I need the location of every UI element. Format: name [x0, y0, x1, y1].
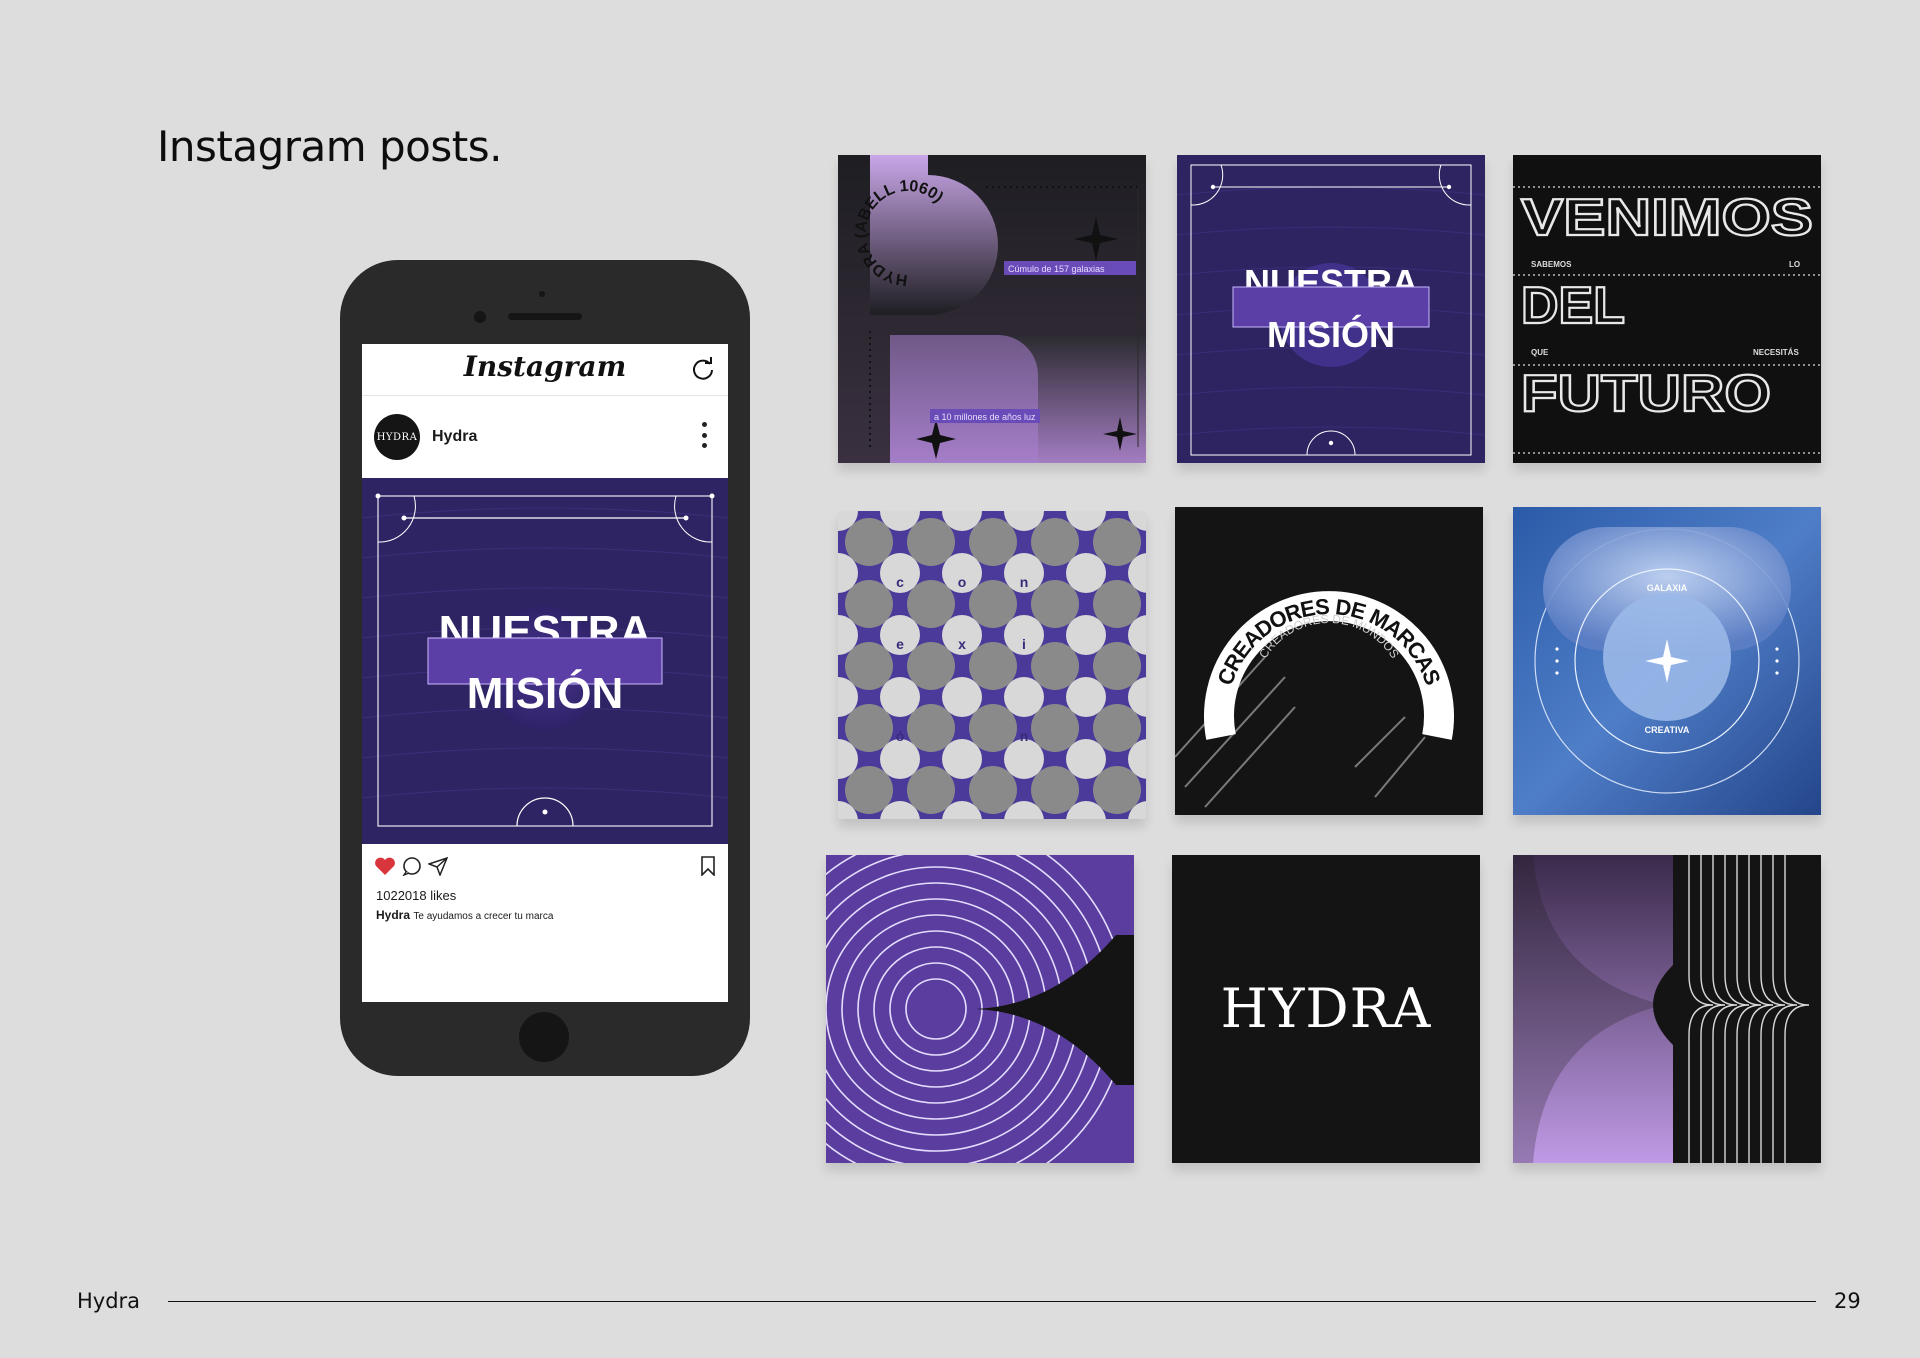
share-icon[interactable]: [428, 856, 448, 876]
footer-brand: Hydra: [77, 1289, 141, 1313]
avatar[interactable]: HYDRA: [374, 414, 420, 460]
likes-count: 1022018 likes: [376, 888, 457, 903]
phone-speaker: [508, 313, 582, 320]
post-lines-gradient[interactable]: [1513, 855, 1821, 1163]
instagram-header: Instagram: [362, 344, 728, 396]
more-options-icon[interactable]: [702, 422, 708, 448]
post-venimos-del-futuro[interactable]: VENIMOS DEL FUTURO SABEMOS LO QUE NECESI…: [1513, 155, 1821, 463]
post4-letter-6: i: [1022, 636, 1026, 652]
caption: Hydra Te ayudamos a crecer tu marca: [376, 908, 553, 922]
post-conexion[interactable]: c o n e x i ó n: [838, 511, 1146, 819]
post3-small-2: LO: [1789, 260, 1800, 269]
post3-small-1: SABEMOS: [1531, 260, 1572, 269]
heart-icon[interactable]: [374, 856, 396, 876]
post4-letter-4: e: [896, 636, 904, 652]
post3-word-2: DEL: [1521, 277, 1625, 335]
post-hydra-abell[interactable]: HYDRA (ABELL 1060) Cúmulo de 157 galaxia…: [838, 155, 1146, 463]
post4-letter-5: x: [958, 636, 966, 652]
phone-front-sensor: [474, 311, 486, 323]
post2-title-2: MISIÓN: [1267, 313, 1395, 355]
post-creadores-de-marcas[interactable]: CREADORES DE MARCAS CREADORES DE MUNDOS: [1175, 507, 1483, 815]
post6-label-top: GALAXIA: [1647, 583, 1688, 593]
page-title: Instagram posts.: [157, 122, 502, 171]
post4-letter-2: o: [958, 574, 967, 590]
post-hydra-logo[interactable]: HYDRA: [1172, 855, 1480, 1163]
post8-logo: HYDRA: [1221, 977, 1432, 1040]
post-spiral-text[interactable]: [826, 855, 1134, 1163]
comment-icon[interactable]: [402, 856, 422, 876]
bookmark-icon[interactable]: [700, 856, 716, 876]
footer-divider: [168, 1301, 1816, 1302]
post1-label-b: a 10 millones de años luz: [934, 412, 1036, 422]
caption-user[interactable]: Hydra: [376, 908, 410, 922]
instagram-logo: Instagram: [463, 350, 627, 383]
post4-letter-7: ó: [896, 728, 905, 744]
phone-mockup: Instagram HYDRA Hydra NUESTRA MISIÓN 102…: [340, 260, 750, 1076]
post-author-bar: HYDRA Hydra: [362, 396, 728, 468]
post6-label-bottom: CREATIVA: [1645, 725, 1690, 735]
post4-letter-3: n: [1020, 574, 1029, 590]
post-actions-bar: [374, 854, 716, 880]
phone-camera: [539, 291, 545, 297]
caption-text: Te ayudamos a crecer tu marca: [413, 911, 554, 922]
post-galaxia-creativa[interactable]: GALAXIA CREATIVA: [1513, 507, 1821, 815]
phone-screen: Instagram HYDRA Hydra NUESTRA MISIÓN 102…: [362, 344, 728, 1002]
post4-letter-1: c: [896, 574, 904, 590]
instagram-post-image[interactable]: NUESTRA MISIÓN: [362, 478, 728, 844]
post3-small-3: QUE: [1531, 348, 1549, 357]
post4-letter-8: n: [1020, 728, 1029, 744]
post3-small-4: NECESITÁS: [1753, 348, 1799, 357]
post-nuestra-mision[interactable]: NUESTRA MISIÓN: [1177, 155, 1485, 463]
page-number: 29: [1834, 1289, 1861, 1313]
phone-post-title-2: MISIÓN: [467, 668, 623, 718]
home-button[interactable]: [519, 1012, 569, 1062]
post1-label-a: Cúmulo de 157 galaxias: [1008, 264, 1105, 274]
username[interactable]: Hydra: [432, 428, 477, 446]
post3-word-3: FUTURO: [1521, 365, 1771, 423]
refresh-icon[interactable]: [690, 356, 716, 382]
post3-word-1: VENIMOS: [1521, 189, 1813, 247]
